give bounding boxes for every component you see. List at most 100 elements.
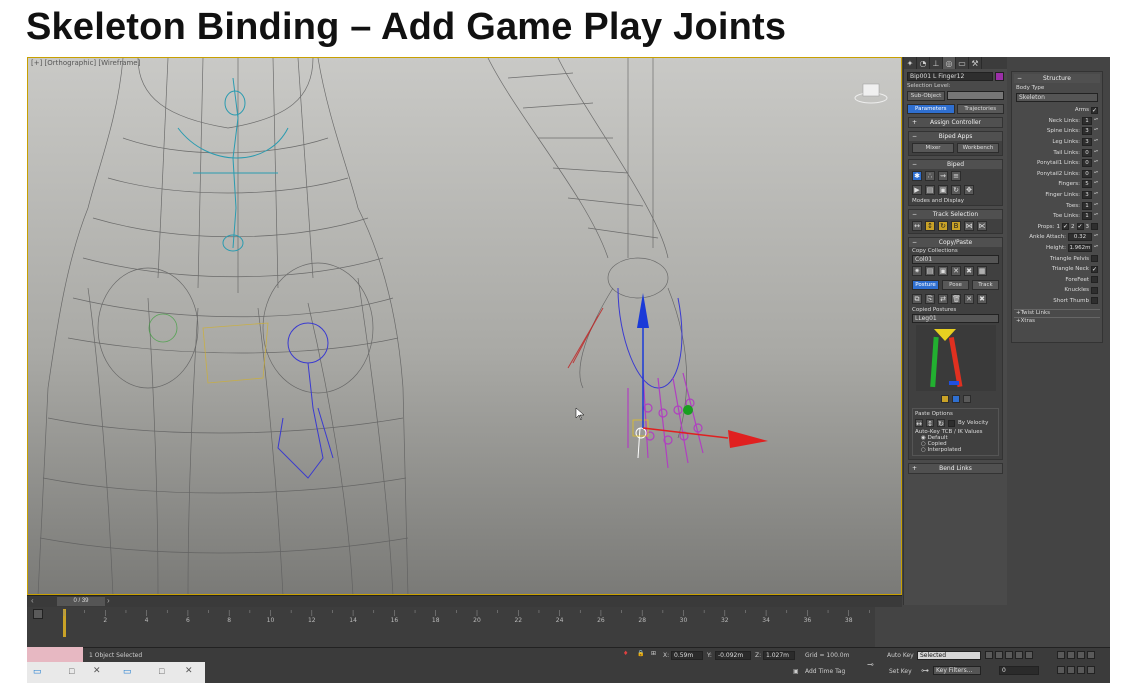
orbit-icon[interactable] bbox=[1077, 666, 1085, 674]
save-file-icon[interactable]: ▣ bbox=[938, 185, 948, 195]
lock-cog-icon[interactable]: B bbox=[951, 221, 961, 231]
current-frame-field[interactable]: 0 bbox=[999, 666, 1039, 675]
pan-icon[interactable] bbox=[1067, 666, 1075, 674]
leg-links-spinner[interactable]: ▴▾ bbox=[1094, 138, 1098, 146]
app-window-2-icon[interactable]: ▭ bbox=[123, 666, 132, 677]
posture-dropdown[interactable]: LLeg01 bbox=[912, 314, 999, 323]
perspective-viewport[interactable]: [+] [Orthographic] [Wireframe] bbox=[27, 57, 902, 595]
viewport-label[interactable]: [+] [Orthographic] [Wireframe] bbox=[31, 59, 140, 67]
mixer-button[interactable]: Mixer bbox=[912, 143, 954, 153]
ponytail1-spinner[interactable]: ▴▾ bbox=[1094, 159, 1098, 167]
trajectories-tab[interactable]: Trajectories bbox=[956, 104, 1004, 114]
track-tab[interactable]: Track bbox=[972, 280, 999, 290]
fov-icon[interactable] bbox=[1057, 666, 1065, 674]
opposite-icon[interactable]: ⋉ bbox=[977, 221, 987, 231]
display-tab-icon[interactable]: ▭ bbox=[956, 57, 969, 69]
set-key-button[interactable]: Set Key bbox=[889, 668, 912, 675]
body-type-dropdown[interactable]: Skeleton bbox=[1016, 93, 1098, 102]
biped-title[interactable]: Biped bbox=[947, 161, 964, 168]
toes-spinner[interactable]: ▴▾ bbox=[1094, 201, 1098, 210]
slider-prev-icon[interactable]: ‹ bbox=[31, 596, 34, 605]
slider-next-icon[interactable]: › bbox=[107, 596, 110, 605]
add-time-tag[interactable]: Add Time Tag bbox=[805, 668, 845, 675]
posture-preview-icon[interactable] bbox=[916, 325, 996, 391]
utilities-tab-icon[interactable]: ⚒ bbox=[969, 57, 982, 69]
copy-posture-icon[interactable]: ⧉ bbox=[912, 294, 922, 304]
z-coord-field[interactable]: 1.027m bbox=[763, 651, 795, 660]
modes-display-title[interactable]: Modes and Display bbox=[912, 198, 964, 204]
toes-field[interactable]: 1 bbox=[1082, 201, 1092, 210]
restore-icon[interactable]: □ bbox=[69, 666, 74, 676]
by-velocity-checkbox[interactable] bbox=[948, 419, 955, 427]
frame-counter[interactable]: 0 / 39 bbox=[57, 597, 105, 606]
biped-playback-icon[interactable]: ▶ bbox=[912, 185, 922, 195]
ponytail2-field[interactable]: 0 bbox=[1082, 169, 1092, 178]
short-thumb-checkbox[interactable] bbox=[1091, 297, 1098, 305]
knuckles-checkbox[interactable] bbox=[1091, 286, 1098, 294]
paste-rotation-icon[interactable]: ↻ bbox=[937, 419, 945, 428]
body-vertical-icon[interactable]: ↕ bbox=[925, 221, 935, 231]
figure-mode-icon[interactable]: ✱ bbox=[912, 171, 922, 181]
props-3-checkbox[interactable] bbox=[1091, 223, 1098, 231]
biped-apps-title[interactable]: Biped Apps bbox=[939, 133, 973, 140]
maxscript-listener-mini[interactable] bbox=[27, 647, 83, 662]
neck-links-spinner[interactable]: ▴▾ bbox=[1094, 116, 1098, 125]
x-coord-field[interactable]: 0.59m bbox=[671, 651, 703, 660]
zoom-extents-all-icon[interactable] bbox=[1087, 651, 1095, 659]
object-name-field[interactable]: Bip001 L Finger12 bbox=[907, 72, 993, 81]
goto-end-icon[interactable] bbox=[1025, 651, 1033, 659]
create-collection-icon[interactable]: ✷ bbox=[912, 266, 922, 276]
auto-key-button[interactable]: Auto Key bbox=[887, 652, 914, 659]
ankle-attach-field[interactable]: 0.32 bbox=[1068, 233, 1092, 242]
play-icon[interactable] bbox=[1005, 651, 1013, 659]
abs-mode-icon[interactable]: ⊞ bbox=[651, 650, 656, 657]
parameters-tab[interactable]: Parameters bbox=[907, 104, 955, 114]
delete-collection-icon[interactable]: ✕ bbox=[951, 266, 961, 276]
key-mode-icon[interactable]: ⊸ bbox=[867, 660, 874, 669]
restore-2-icon[interactable]: □ bbox=[159, 666, 164, 676]
lock-selection-icon[interactable]: 🔒 bbox=[637, 650, 644, 657]
set-key-icon[interactable]: ⊶ bbox=[921, 666, 929, 675]
track-selection-title[interactable]: Track Selection bbox=[933, 211, 978, 218]
neck-links-field[interactable]: 1 bbox=[1082, 116, 1092, 125]
body-rotation-icon[interactable]: ↻ bbox=[938, 221, 948, 231]
forefeet-checkbox[interactable] bbox=[1091, 276, 1098, 284]
object-color-swatch[interactable] bbox=[995, 72, 1004, 81]
ponytail2-spinner[interactable]: ▴▾ bbox=[1094, 169, 1098, 178]
key-filters-button[interactable]: Key Filters... bbox=[933, 666, 981, 675]
ponytail1-field[interactable]: 0 bbox=[1082, 159, 1092, 168]
collection-dropdown[interactable]: Col01 bbox=[912, 255, 999, 264]
finger-links-spinner[interactable]: ▴▾ bbox=[1094, 191, 1098, 199]
close-icon[interactable]: ✕ bbox=[93, 665, 101, 676]
triangle-neck-checkbox[interactable]: ✓ bbox=[1091, 265, 1098, 273]
footstep-mode-icon[interactable]: ∴ bbox=[925, 171, 935, 181]
zoom-all-icon[interactable] bbox=[1067, 651, 1075, 659]
props-2-checkbox[interactable]: ✓ bbox=[1076, 223, 1084, 231]
next-frame-icon[interactable] bbox=[1015, 651, 1023, 659]
mixer-mode-icon[interactable]: ≡ bbox=[951, 171, 961, 181]
finger-links-field[interactable]: 3 bbox=[1082, 191, 1092, 200]
symmetrical-icon[interactable]: ⋈ bbox=[964, 221, 974, 231]
paste-horizontal-icon[interactable]: ↔ bbox=[915, 419, 923, 428]
curve-editor-icon[interactable] bbox=[33, 609, 43, 619]
prev-frame-icon[interactable] bbox=[995, 651, 1003, 659]
save-collection-icon[interactable]: ▣ bbox=[938, 266, 948, 276]
ankle-attach-spinner[interactable]: ▴▾ bbox=[1094, 233, 1098, 241]
goto-start-icon[interactable] bbox=[985, 651, 993, 659]
toe-links-field[interactable]: 1 bbox=[1082, 212, 1092, 221]
paste-opposite-icon[interactable]: ⇄ bbox=[938, 294, 948, 304]
fingers-spinner[interactable]: ▴▾ bbox=[1094, 180, 1098, 188]
delete-all-icon[interactable]: ✖ bbox=[977, 294, 987, 304]
spine-links-spinner[interactable]: ▴▾ bbox=[1094, 127, 1098, 135]
isolate-icon[interactable]: ♦ bbox=[623, 650, 628, 657]
assign-controller-rollout[interactable]: + Assign Controller bbox=[908, 117, 1003, 128]
select-none-icon[interactable] bbox=[962, 395, 971, 403]
create-tab-icon[interactable]: ✦ bbox=[904, 57, 917, 69]
y-coord-field[interactable]: -0.092m bbox=[715, 651, 751, 660]
load-file-icon[interactable]: ▤ bbox=[925, 185, 935, 195]
move-all-mode-icon[interactable]: ✥ bbox=[964, 185, 974, 195]
motion-tab-icon[interactable]: ◎ bbox=[943, 57, 956, 69]
delete-selected-icon[interactable]: ✕ bbox=[964, 294, 974, 304]
time-slider[interactable]: ‹ 0 / 39 › bbox=[27, 595, 902, 607]
select-limbs-icon[interactable] bbox=[951, 395, 960, 403]
